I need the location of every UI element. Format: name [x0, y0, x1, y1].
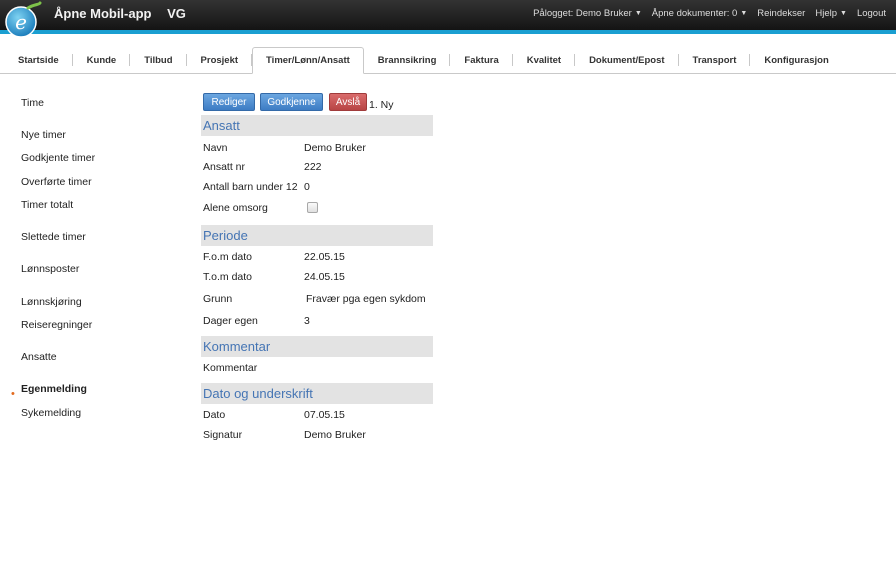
- chevron-down-icon: ▼: [634, 10, 642, 17]
- sidebar-item-lonnsposter[interactable]: Lønnsposter: [21, 263, 79, 275]
- sidebar-item-reiseregninger[interactable]: Reiseregninger: [21, 319, 92, 331]
- sole-care-checkbox[interactable]: [307, 202, 318, 213]
- app-title: Åpne Mobil-app: [54, 6, 152, 21]
- tab-kvalitet[interactable]: Kvalitet: [513, 47, 576, 73]
- status-text: 1. Ny: [369, 99, 394, 111]
- to-date-value: 24.05.15: [304, 271, 345, 283]
- app-logo-icon[interactable]: e: [4, 1, 42, 39]
- signature-label: Signatur: [203, 429, 243, 441]
- logged-in-menu[interactable]: Pålogget: Demo Bruker ▼: [533, 8, 642, 19]
- sidebar-item-godkjente-timer[interactable]: Godkjente timer: [21, 152, 95, 164]
- tab-brannsikring[interactable]: Brannsikring: [364, 47, 451, 73]
- to-date-label: T.o.m dato: [203, 271, 253, 283]
- from-date-value: 22.05.15: [304, 251, 345, 263]
- sidebar-item-timer-totalt[interactable]: Timer totalt: [21, 199, 73, 211]
- from-date-label: F.o.m dato: [203, 251, 253, 263]
- main-tab-bar: Startside Kunde Tilbud Prosjekt Timer/Lø…: [0, 47, 896, 74]
- help-menu[interactable]: Hjelp ▼: [815, 8, 847, 19]
- days-label: Dager egen: [203, 315, 258, 327]
- sidebar-item-time[interactable]: Time: [21, 97, 44, 109]
- reindex-link[interactable]: Reindekser: [757, 8, 805, 19]
- logout-link[interactable]: Logout: [857, 8, 886, 19]
- reason-value: Fravær pga egen sykdom: [306, 293, 426, 305]
- reason-label: Grunn: [203, 293, 233, 305]
- section-header-signature: Dato og underskrift: [201, 383, 433, 404]
- edit-button[interactable]: Rediger: [203, 93, 255, 111]
- sidebar-item-ansatte[interactable]: Ansatte: [21, 351, 57, 363]
- signature-value: Demo Bruker: [304, 429, 366, 441]
- name-value: Demo Bruker: [304, 142, 366, 154]
- employee-number-label: Ansatt nr: [203, 161, 246, 173]
- app-brand[interactable]: Åpne Mobil-app VG: [54, 6, 186, 21]
- active-bullet-icon: •: [11, 388, 15, 400]
- sidebar-item-egenmelding[interactable]: Egenmelding: [21, 383, 87, 395]
- sidebar-item-sykemelding[interactable]: Sykemelding: [21, 407, 81, 419]
- section-header-employee: Ansatt: [201, 115, 433, 136]
- employee-number-value: 222: [304, 161, 322, 173]
- tab-tilbud[interactable]: Tilbud: [130, 47, 187, 73]
- sidebar-item-lonnskjoring[interactable]: Lønnskjøring: [21, 296, 82, 308]
- children-under-12-label: Antall barn under 12: [203, 181, 298, 193]
- company-name: VG: [167, 6, 186, 21]
- section-header-comment: Kommentar: [201, 336, 433, 357]
- sidebar-item-overforte-timer[interactable]: Overførte timer: [21, 176, 92, 188]
- reject-button[interactable]: Avslå: [329, 93, 367, 111]
- header-accent-stripe: [0, 30, 896, 34]
- tab-faktura[interactable]: Faktura: [450, 47, 514, 73]
- svg-text:e: e: [15, 10, 27, 34]
- sidebar-item-nye-timer[interactable]: Nye timer: [21, 129, 66, 141]
- tab-konfigurasjon[interactable]: Konfigurasjon: [750, 47, 842, 73]
- date-label: Dato: [203, 409, 226, 421]
- tab-dokument-epost[interactable]: Dokument/Epost: [575, 47, 680, 73]
- chevron-down-icon: ▼: [840, 10, 847, 17]
- top-nav: Pålogget: Demo Bruker ▼ Åpne dokumenter: …: [533, 8, 886, 19]
- tab-startside[interactable]: Startside: [4, 47, 73, 73]
- tab-prosjekt[interactable]: Prosjekt: [187, 47, 253, 73]
- chevron-down-icon: ▼: [740, 10, 748, 17]
- comment-label: Kommentar: [203, 362, 258, 374]
- approve-button[interactable]: Godkjenne: [260, 93, 323, 111]
- children-under-12-value: 0: [304, 181, 310, 193]
- tab-timer-lonn-ansatt[interactable]: Timer/Lønn/Ansatt: [252, 47, 364, 74]
- tab-kunde[interactable]: Kunde: [73, 47, 131, 73]
- days-value: 3: [304, 315, 310, 327]
- sole-care-label: Alene omsorg: [203, 202, 268, 214]
- section-header-period: Periode: [201, 225, 433, 246]
- open-documents-menu[interactable]: Åpne dokumenter: 0 ▼: [652, 8, 748, 19]
- tab-transport[interactable]: Transport: [679, 47, 751, 73]
- top-bar: Åpne Mobil-app VG Pålogget: Demo Bruker ▼…: [0, 0, 896, 30]
- sidebar-item-slettede-timer[interactable]: Slettede timer: [21, 231, 86, 243]
- date-value: 07.05.15: [304, 409, 345, 421]
- name-label: Navn: [203, 142, 228, 154]
